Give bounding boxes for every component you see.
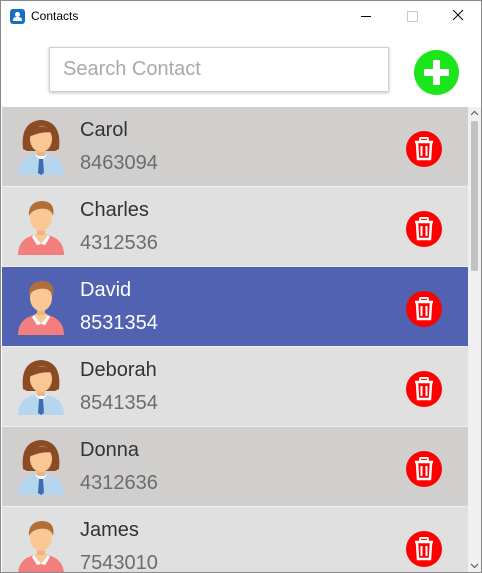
delete-button[interactable] xyxy=(406,531,442,567)
contact-name: Carol xyxy=(80,119,128,141)
female-avatar-icon xyxy=(18,120,64,175)
contact-name: Donna xyxy=(80,439,139,461)
minimize-button[interactable] xyxy=(343,1,389,32)
title-bar: Contacts xyxy=(1,1,481,32)
contact-row[interactable]: Deborah 8541354 xyxy=(2,347,468,427)
female-avatar-icon xyxy=(18,440,64,495)
contact-name: James xyxy=(80,519,139,541)
delete-button[interactable] xyxy=(406,371,442,407)
maximize-icon xyxy=(407,11,418,22)
contact-phone: 8463094 xyxy=(80,152,158,174)
trash-icon xyxy=(415,377,433,401)
contacts-window: Contacts Carol 84 xyxy=(0,0,482,573)
delete-button[interactable] xyxy=(406,451,442,487)
contact-phone: 4312636 xyxy=(80,472,158,494)
contact-name: Charles xyxy=(80,199,149,221)
contact-row[interactable]: James 7543010 xyxy=(2,507,468,572)
contact-phone: 4312536 xyxy=(80,232,158,254)
trash-icon xyxy=(415,217,433,241)
close-icon xyxy=(452,9,464,21)
scrollbar-thumb[interactable] xyxy=(471,121,478,271)
contact-name: David xyxy=(80,279,132,301)
minimize-icon xyxy=(361,16,371,17)
contact-list: Carol 8463094 Charles 4312536 David 8531… xyxy=(1,107,468,572)
trash-icon xyxy=(415,457,433,481)
female-avatar-icon xyxy=(18,360,64,415)
maximize-button[interactable] xyxy=(389,1,435,32)
contact-phone: 8541354 xyxy=(80,392,158,414)
contact-book-icon xyxy=(10,9,25,24)
toolbar xyxy=(1,32,481,107)
delete-button[interactable] xyxy=(406,211,442,247)
male-avatar-icon xyxy=(18,281,64,335)
scroll-down-arrow-icon[interactable] xyxy=(468,559,481,572)
male-avatar-icon xyxy=(18,201,64,255)
search-input[interactable] xyxy=(49,47,389,92)
trash-icon xyxy=(415,297,433,321)
contact-name: Deborah xyxy=(80,359,157,381)
trash-icon xyxy=(415,537,433,561)
close-button[interactable] xyxy=(435,1,481,32)
add-contact-button[interactable] xyxy=(414,50,459,95)
contact-row[interactable]: Donna 4312636 xyxy=(2,427,468,507)
contact-phone: 7543010 xyxy=(80,552,158,572)
vertical-scrollbar[interactable] xyxy=(468,107,481,572)
contact-row[interactable]: Charles 4312536 xyxy=(2,187,468,267)
contact-row[interactable]: Carol 8463094 xyxy=(2,107,468,187)
delete-button[interactable] xyxy=(406,291,442,327)
contact-row[interactable]: David 8531354 xyxy=(2,267,468,347)
male-avatar-icon xyxy=(18,521,64,572)
delete-button[interactable] xyxy=(406,131,442,167)
scroll-up-arrow-icon[interactable] xyxy=(468,107,481,120)
window-title: Contacts xyxy=(31,9,79,23)
trash-icon xyxy=(415,137,433,161)
contact-phone: 8531354 xyxy=(80,312,158,334)
